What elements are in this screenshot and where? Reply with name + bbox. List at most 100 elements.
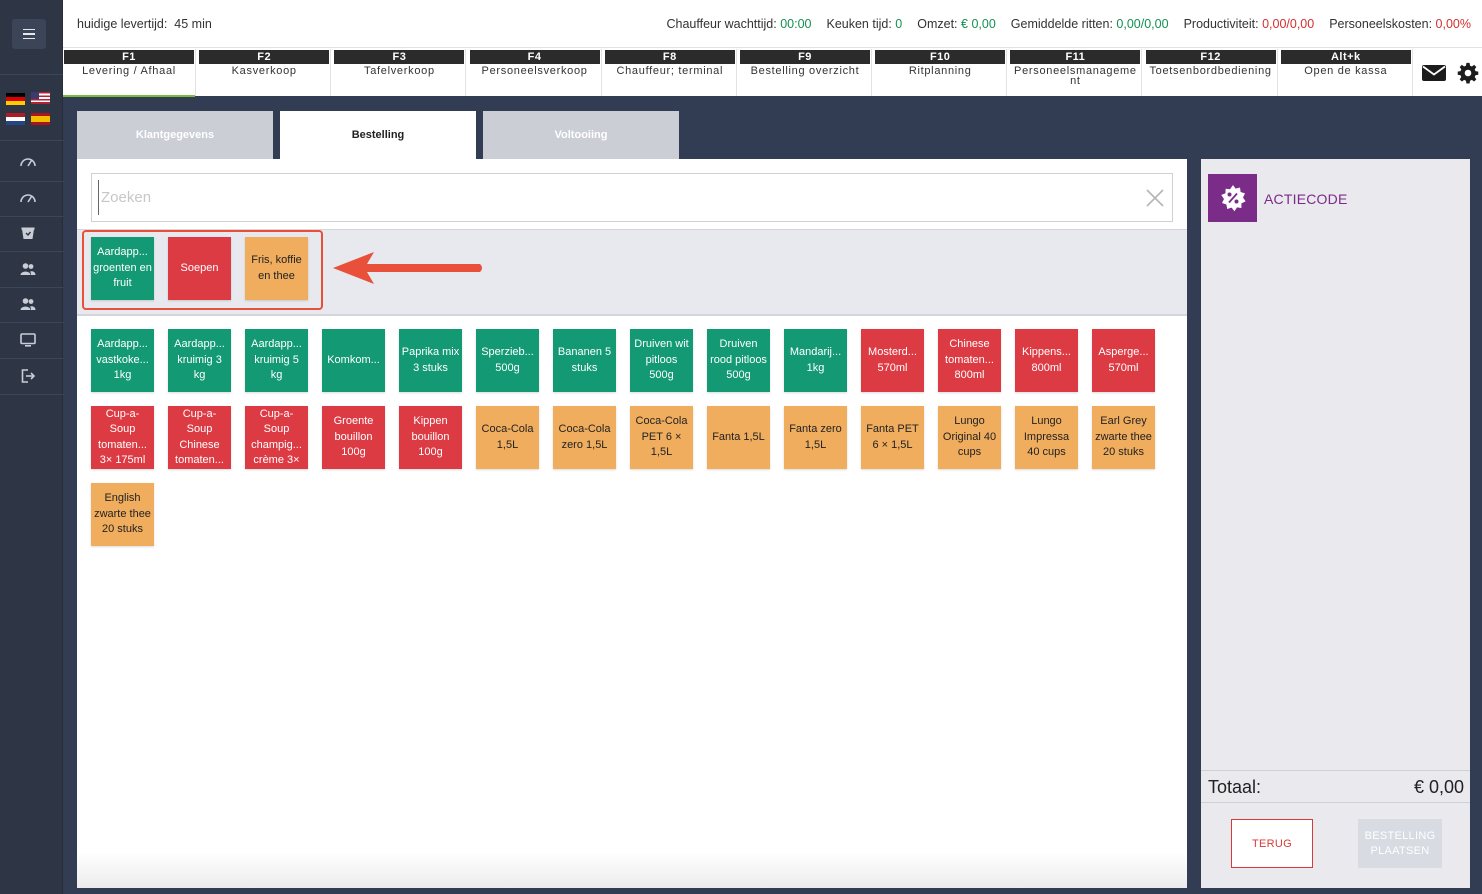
fkey-code: F9 xyxy=(740,50,870,64)
product-tile[interactable]: Lungo Impressa 40 cups xyxy=(1015,406,1078,469)
action-code-button[interactable]: ACTIECODE xyxy=(1201,159,1470,234)
fkey-f3[interactable]: F3 Tafelverkoop xyxy=(333,49,467,96)
product-tile[interactable]: Mosterd... 570ml xyxy=(861,329,924,392)
fkey-f9[interactable]: F9 Bestelling overzicht xyxy=(739,49,872,96)
product-tile[interactable]: Coca-Cola PET 6 × 1,5L xyxy=(630,406,693,469)
logout-icon[interactable] xyxy=(19,367,37,385)
status-stat-value: 0,00/0,00 xyxy=(1116,17,1169,31)
hamburger-menu-icon[interactable] xyxy=(12,19,46,49)
tab-klantgegevens[interactable]: Klantgegevens xyxy=(77,111,273,159)
sidebar-divider xyxy=(0,140,63,141)
monitor-icon[interactable] xyxy=(19,331,37,349)
fkey-label: Open de kassa xyxy=(1304,65,1388,77)
product-tile[interactable]: Aardapp... vastkoke... 1kg xyxy=(91,329,154,392)
status-stat-label: Personeelskosten: xyxy=(1329,17,1433,31)
cart-total: Totaal: € 0,00 xyxy=(1201,770,1470,803)
delivery-time: huidige levertijd: 45 min xyxy=(77,17,212,31)
product-tile[interactable]: English zwarte thee 20 stuks xyxy=(91,483,154,546)
fkey-code: F2 xyxy=(199,50,330,64)
dashboard-gauge-icon[interactable] xyxy=(19,153,37,171)
fkey-f2[interactable]: F2 Kasverkoop xyxy=(198,49,332,96)
users-icon[interactable] xyxy=(19,295,37,313)
fkey-alt-k[interactable]: Alt+k Open de kassa xyxy=(1280,49,1413,96)
flag-usa-icon[interactable] xyxy=(31,92,50,104)
fkey-f4[interactable]: F4 Personeelsverkoop xyxy=(469,49,602,96)
close-icon[interactable] xyxy=(1144,187,1166,209)
flag-germany-icon[interactable] xyxy=(6,93,25,105)
fkey-f10[interactable]: F10 Ritplanning xyxy=(874,49,1008,96)
basket-icon[interactable] xyxy=(19,224,37,242)
fkey-label: Personeelsmanageme nt xyxy=(1014,65,1137,87)
sidebar-divider xyxy=(0,322,63,323)
sidebar-divider xyxy=(0,216,63,217)
product-tile-label: Cup-a-Soup Chinese tomaten... xyxy=(175,407,224,467)
place-order-button[interactable]: BESTELLING PLAATSEN xyxy=(1358,819,1442,868)
search-box xyxy=(91,173,1173,222)
fkey-f8[interactable]: F8 Chauffeur; terminal xyxy=(604,49,737,96)
cart-panel: ACTIECODE Totaal: € 0,00 TERUG BESTELLIN… xyxy=(1201,159,1470,888)
users-icon[interactable] xyxy=(19,260,37,278)
status-stat-label: Productiviteit: xyxy=(1183,17,1259,31)
sidebar xyxy=(0,0,63,894)
tab-voltooiing[interactable]: Voltooiing xyxy=(483,111,679,159)
sidebar-divider xyxy=(0,394,63,395)
category-tile-label: Aardapp... groenten en fruit xyxy=(93,246,152,290)
product-tile-label: Komkom... xyxy=(327,353,380,366)
fkey-f1[interactable]: F1 Levering / Afhaal xyxy=(63,49,196,97)
product-tile[interactable]: Fanta zero 1,5L xyxy=(784,406,847,469)
fkey-code: F4 xyxy=(469,50,600,64)
product-tile-label: Chinese tomaten... 800ml xyxy=(945,338,994,382)
product-tile-label: Mandarij... 1kg xyxy=(789,346,842,374)
product-tile[interactable]: Mandarij... 1kg xyxy=(784,329,847,392)
fkey-f11[interactable]: F11 Personeelsmanageme nt xyxy=(1009,49,1143,96)
product-tile[interactable]: Chinese tomaten... 800ml xyxy=(938,329,1001,392)
dashboard-gauge-icon[interactable] xyxy=(19,189,37,207)
product-tile[interactable]: Druiven rood pitloos 500g xyxy=(707,329,770,392)
status-stat-label: Omzet: xyxy=(917,17,958,31)
product-tile[interactable]: Bananen 5 stuks xyxy=(553,329,616,392)
product-tile-label: Paprika mix 3 stuks xyxy=(401,346,460,374)
product-tile[interactable]: Kippens... 800ml xyxy=(1015,329,1078,392)
fkey-f12[interactable]: F12 Toetsenbordbediening xyxy=(1145,49,1278,96)
fkey-label: Ritplanning xyxy=(908,65,972,77)
product-tile[interactable]: Aardapp... kruimig 3 kg xyxy=(168,329,231,392)
fkey-code: Alt+k xyxy=(1280,50,1411,64)
product-tile[interactable]: Sperzieb... 500g xyxy=(476,329,539,392)
product-tile-label: English zwarte thee 20 stuks xyxy=(94,492,151,536)
product-tile-label: Asperge... 570ml xyxy=(1098,346,1149,374)
product-tile[interactable]: Lungo Original 40 cups xyxy=(938,406,1001,469)
envelope-icon[interactable] xyxy=(1417,49,1451,96)
product-tile[interactable]: Fanta 1,5L xyxy=(707,406,770,469)
flag-spain-icon[interactable] xyxy=(31,113,50,125)
product-tile-label: Bananen 5 stuks xyxy=(557,346,612,374)
sidebar-divider xyxy=(0,358,63,359)
product-tile[interactable]: Earl Grey zwarte thee 20 stuks xyxy=(1092,406,1155,469)
product-tile[interactable]: Druiven wit pitloos 500g xyxy=(630,329,693,392)
product-tile[interactable]: Asperge... 570ml xyxy=(1092,329,1155,392)
product-tile[interactable]: Fanta PET 6 × 1,5L xyxy=(861,406,924,469)
product-tile[interactable]: Paprika mix 3 stuks xyxy=(399,329,462,392)
category-tile[interactable]: Aardapp... groenten en fruit xyxy=(91,237,154,300)
status-stat-label: Chauffeur wachttijd: xyxy=(666,17,777,31)
gear-icon[interactable] xyxy=(1451,49,1482,96)
product-tile[interactable]: Cup-a-Soup tomaten... 3× 175ml xyxy=(91,406,154,469)
category-tile[interactable]: Fris, koffie en thee xyxy=(245,237,308,300)
tab-bestelling[interactable]: Bestelling xyxy=(280,111,476,159)
product-tile-label: Sperzieb... 500g xyxy=(481,346,534,374)
back-button[interactable]: TERUG xyxy=(1231,819,1313,868)
category-tile[interactable]: Soepen xyxy=(168,237,231,300)
product-tile[interactable]: Groente bouillon 100g xyxy=(322,406,385,469)
product-tile[interactable]: Coca-Cola 1,5L xyxy=(476,406,539,469)
product-tile[interactable]: Cup-a-Soup Chinese tomaten... xyxy=(168,406,231,469)
product-tile-label: Fanta 1,5L xyxy=(712,430,765,443)
product-tile-label: Fanta zero 1,5L xyxy=(789,423,842,451)
product-tile[interactable]: Cup-a-Soup champig... crème 3× xyxy=(245,406,308,469)
product-tile[interactable]: Komkom... xyxy=(322,329,385,392)
product-tile[interactable]: Kippen bouillon 100g xyxy=(399,406,462,469)
search-input[interactable] xyxy=(98,180,1128,215)
flag-netherlands-icon[interactable] xyxy=(6,113,25,125)
product-tile[interactable]: Coca-Cola zero 1,5L xyxy=(553,406,616,469)
product-tile[interactable]: Aardapp... kruimig 5 kg xyxy=(245,329,308,392)
status-stat-value: 00:00 xyxy=(780,17,812,31)
total-value: € 0,00 xyxy=(1413,777,1464,797)
